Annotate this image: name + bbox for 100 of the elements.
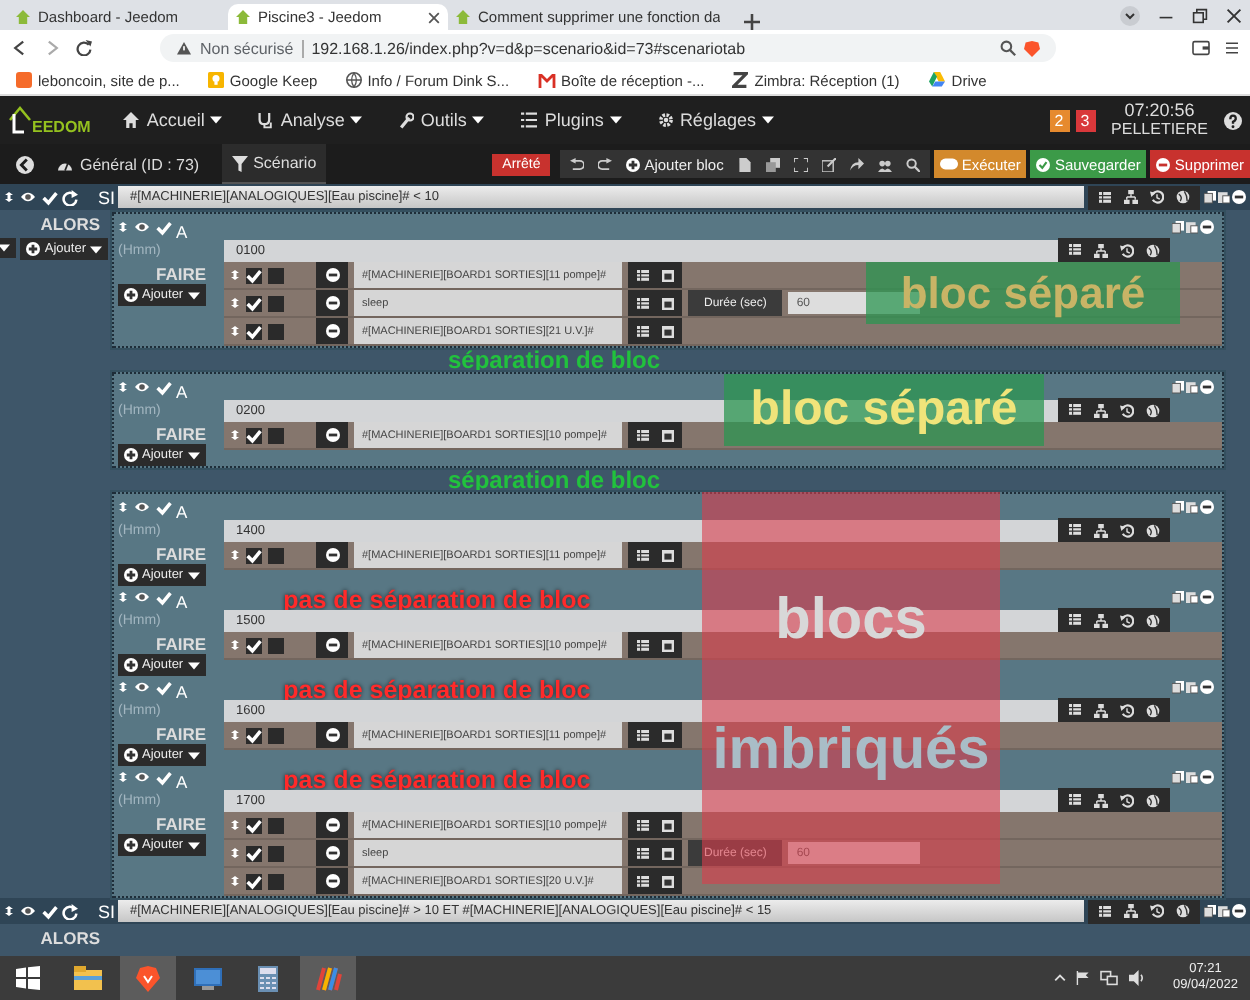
checkbox[interactable] [246, 727, 262, 743]
tab[interactable]: Scénario [221, 144, 327, 184]
drag-handle-icon[interactable] [230, 266, 240, 284]
minus-icon[interactable] [325, 428, 339, 442]
nav-menu[interactable]: Outils [398, 110, 485, 130]
minus-icon[interactable] [325, 548, 339, 562]
copy-icon[interactable] [1204, 904, 1216, 918]
edit-icon[interactable] [821, 157, 836, 171]
checkbox[interactable] [268, 427, 284, 443]
list-icon[interactable] [1068, 244, 1082, 256]
checkbox[interactable] [268, 637, 284, 653]
list-icon[interactable] [636, 639, 650, 651]
nav-menu[interactable]: Analyse [258, 110, 363, 130]
remove-button[interactable] [316, 290, 348, 316]
menu-icon[interactable] [1226, 40, 1238, 56]
checkbox[interactable] [246, 817, 262, 833]
list-icon[interactable] [1068, 614, 1082, 626]
expand-icon[interactable] [793, 157, 808, 171]
copy-icon[interactable] [1172, 500, 1184, 514]
minus-icon[interactable] [325, 846, 339, 860]
tab[interactable]: Général (ID : 73) [46, 144, 210, 184]
share-icon[interactable] [849, 157, 864, 171]
copy-icon[interactable] [765, 157, 780, 171]
paste-icon[interactable] [1186, 770, 1198, 784]
chevron-up-icon[interactable] [1054, 974, 1067, 982]
globe-icon[interactable] [1146, 793, 1160, 807]
remove-button[interactable] [316, 868, 348, 894]
globe-icon[interactable] [1146, 703, 1160, 717]
checkbox[interactable] [246, 845, 262, 861]
checkbox[interactable] [268, 295, 284, 311]
drag-handle-icon[interactable] [230, 546, 240, 564]
new-tab-icon[interactable] [744, 14, 761, 30]
drag-handle-icon[interactable] [230, 816, 240, 834]
drag-handle-icon[interactable] [118, 588, 128, 606]
search-icon[interactable] [905, 157, 920, 171]
list-icon[interactable] [636, 875, 650, 887]
paste-icon[interactable] [1218, 190, 1230, 204]
drag-handle-icon[interactable] [230, 294, 240, 312]
globe-icon[interactable] [1146, 243, 1160, 257]
zoom-icon[interactable] [1000, 40, 1016, 56]
users-icon[interactable] [877, 157, 892, 171]
drag-handle-icon[interactable] [4, 902, 14, 920]
list-icon[interactable] [636, 429, 650, 441]
paste-icon[interactable] [1186, 380, 1198, 394]
user-name[interactable]: PELLETIERE [1111, 120, 1208, 140]
paste-icon[interactable] [1186, 220, 1198, 234]
paste-icon[interactable] [1186, 500, 1198, 514]
checkbox[interactable] [246, 873, 262, 889]
remove-button[interactable] [316, 422, 348, 448]
window-icon[interactable] [662, 729, 674, 741]
globe-icon[interactable] [1146, 613, 1160, 627]
url-text[interactable]: 192.168.1.26/index.php?v=d&p=scenario&id=73#scenariotab [311, 39, 992, 57]
list-icon[interactable] [636, 269, 650, 281]
hierarchy-icon[interactable] [1094, 793, 1108, 807]
checkbox[interactable] [268, 845, 284, 861]
checkbox[interactable] [268, 727, 284, 743]
nav-menu[interactable]: Réglages [657, 110, 774, 130]
history-icon[interactable] [1120, 703, 1134, 717]
copy-icon[interactable] [1172, 680, 1184, 694]
list-icon[interactable] [636, 325, 650, 337]
eye-icon[interactable] [132, 770, 152, 784]
stripes-icon[interactable] [314, 965, 342, 991]
drag-handle-icon[interactable] [230, 872, 240, 890]
list-icon[interactable] [1068, 524, 1082, 536]
remove-button[interactable] [316, 542, 348, 568]
remove-button[interactable] [316, 812, 348, 838]
history-icon[interactable] [1120, 793, 1134, 807]
list-icon[interactable] [636, 729, 650, 741]
nav-menu[interactable]: Plugins [520, 110, 622, 130]
history-icon[interactable] [1120, 613, 1134, 627]
paste-icon[interactable] [1186, 680, 1198, 694]
checkbox[interactable] [246, 267, 262, 283]
minus-icon[interactable] [325, 638, 339, 652]
eye-icon[interactable] [18, 190, 38, 204]
flag-icon[interactable] [1076, 970, 1091, 986]
window-icon[interactable] [662, 429, 674, 441]
eye-icon[interactable] [132, 590, 152, 604]
refresh-icon[interactable] [62, 189, 78, 205]
hierarchy-icon[interactable] [1124, 190, 1138, 204]
history-icon[interactable] [1120, 523, 1134, 537]
wallet-icon[interactable] [1192, 40, 1210, 56]
remove-button[interactable] [316, 722, 348, 748]
globe-icon[interactable] [1146, 523, 1160, 537]
paste-icon[interactable] [1218, 904, 1230, 918]
drag-handle-icon[interactable] [230, 726, 240, 744]
list-icon[interactable] [1098, 191, 1112, 203]
close-icon[interactable] [428, 11, 440, 23]
list-icon[interactable] [636, 819, 650, 831]
history-icon[interactable] [1120, 243, 1134, 257]
checkbox[interactable] [268, 817, 284, 833]
checkbox[interactable] [268, 267, 284, 283]
hierarchy-icon[interactable] [1124, 904, 1138, 918]
paste-icon[interactable] [1186, 590, 1198, 604]
remove-button[interactable] [316, 632, 348, 658]
window-icon[interactable] [662, 297, 674, 309]
minus-icon[interactable] [325, 728, 339, 742]
checkbox[interactable] [268, 873, 284, 889]
globe-icon[interactable] [1176, 190, 1190, 204]
notification-badge[interactable]: 3 [1075, 109, 1096, 131]
address-bar[interactable]: Non sécurisé 192.168.1.26/index.php?v=d&p=scenario&id=73#scenariotab [160, 34, 1056, 62]
